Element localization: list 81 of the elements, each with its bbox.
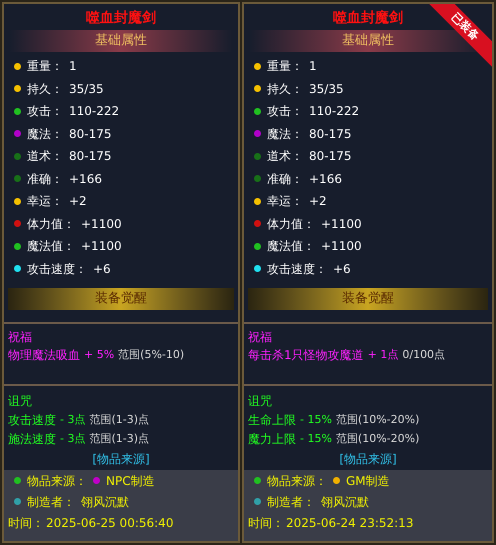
stat-value: 110-222	[309, 104, 360, 118]
stat-label: 攻击速度：	[27, 262, 87, 276]
curse-range: 范围(10%-20%)	[336, 432, 420, 446]
blessing-title: 祝福	[248, 330, 273, 344]
source-value: 翎风沉默	[81, 494, 129, 508]
stat-label: 持久：	[267, 82, 303, 96]
curse-effect: 魔力上限	[248, 432, 296, 446]
blessing-title: 祝福	[8, 330, 33, 344]
curse-title: 诅咒	[248, 394, 273, 408]
stat-value: +6	[333, 262, 351, 276]
source-label: 制造者：	[27, 494, 75, 508]
stat-value: 35/35	[69, 82, 104, 96]
blessing-effect: 物理魔法吸血	[8, 348, 80, 362]
stat-value: +1100	[321, 216, 362, 230]
stat-label: 攻击速度：	[267, 262, 327, 276]
stat-value: 80-175	[69, 149, 112, 163]
item-title: 噬血封魔剑	[86, 9, 156, 27]
stat-label: 体力值：	[267, 216, 315, 230]
stat-label: 攻击：	[267, 104, 303, 118]
stat-label: 体力值：	[27, 216, 75, 230]
time-label: 时间：	[248, 516, 284, 530]
stat-value: +1100	[81, 239, 122, 253]
stat-label: 道术：	[27, 149, 63, 163]
blessing-effect: 每击杀1只怪物攻魔道	[248, 348, 364, 362]
curse-effect: 攻击速度	[8, 412, 56, 426]
time-value: 2025-06-24 23:52:13	[286, 516, 414, 530]
stat-label: 准确：	[267, 172, 303, 186]
curse-range: 范围(10%-20%)	[336, 412, 420, 426]
stat-label: 道术：	[267, 149, 303, 163]
stat-value: 1	[309, 59, 317, 73]
awakening-bar: 装备觉醒	[8, 288, 234, 310]
source-value: NPC制造	[106, 474, 155, 488]
stat-value: +1100	[81, 216, 122, 230]
stat-label: 攻击：	[27, 104, 63, 118]
stat-label: 重量：	[27, 59, 63, 73]
curse-range: 范围(1-3)点	[89, 412, 150, 426]
stat-label: 魔法值：	[267, 239, 315, 253]
blessing-range: 0/100点	[402, 348, 446, 362]
curse-amount: - 3点	[60, 432, 86, 446]
stat-value: +166	[309, 172, 342, 186]
stat-label: 魔法：	[27, 126, 63, 140]
source-value: GM制造	[346, 474, 390, 488]
stat-value: 110-222	[69, 104, 120, 118]
blessing-amount: + 1点	[368, 348, 398, 362]
time-value: 2025-06-25 00:56:40	[46, 516, 174, 530]
stat-label: 幸运：	[267, 194, 303, 208]
source-header: [物品来源]	[339, 452, 397, 466]
blessing-amount: + 5%	[84, 348, 114, 362]
curse-range: 范围(1-3)点	[89, 432, 150, 446]
curse-effect: 施法速度	[8, 432, 56, 446]
stat-value: +1100	[321, 239, 362, 253]
blessing-range: 范围(5%-10)	[118, 348, 184, 362]
stat-value: 80-175	[309, 126, 352, 140]
awakening-bar: 装备觉醒	[248, 288, 488, 310]
source-label: 物品来源：	[267, 474, 327, 488]
section-header: 基础属性	[10, 30, 232, 52]
curse-amount: - 15%	[300, 412, 332, 426]
item-title: 噬血封魔剑	[333, 9, 403, 27]
time-label: 时间：	[8, 516, 44, 530]
stat-label: 持久：	[27, 82, 63, 96]
curse-effect: 生命上限	[248, 412, 296, 426]
stat-value: 1	[69, 59, 77, 73]
stat-value: +6	[93, 262, 111, 276]
curse-amount: - 3点	[60, 412, 86, 426]
source-header: [物品来源]	[92, 452, 150, 466]
stat-label: 重量：	[267, 59, 303, 73]
stat-label: 幸运：	[27, 194, 63, 208]
curse-amount: - 15%	[300, 432, 332, 446]
stat-value: +2	[69, 194, 87, 208]
stat-label: 魔法值：	[27, 239, 75, 253]
source-label: 物品来源：	[27, 474, 87, 488]
curse-title: 诅咒	[8, 394, 33, 408]
stat-value: +2	[309, 194, 327, 208]
stat-value: 35/35	[309, 82, 344, 96]
stat-value: 80-175	[309, 149, 352, 163]
stat-value: 80-175	[69, 126, 112, 140]
source-value: 翎风沉默	[321, 494, 369, 508]
stat-label: 准确：	[27, 172, 63, 186]
stat-value: +166	[69, 172, 102, 186]
source-label: 制造者：	[267, 494, 315, 508]
stat-label: 魔法：	[267, 126, 303, 140]
